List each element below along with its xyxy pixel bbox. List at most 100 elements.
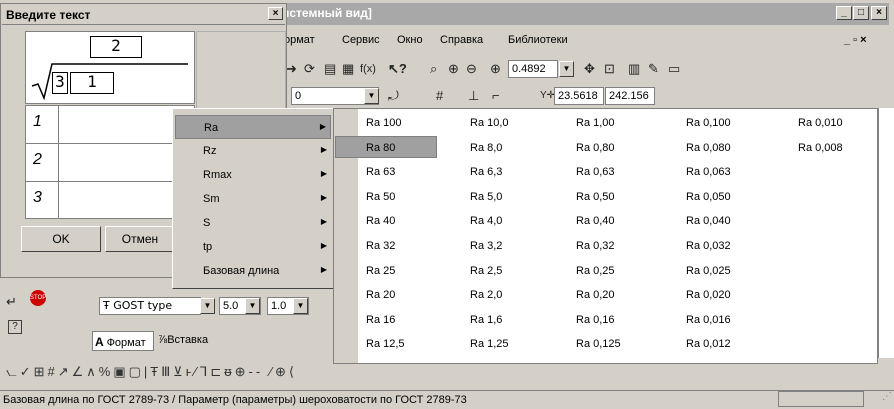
ra-value-item[interactable]: Ra 0,012 xyxy=(686,338,731,350)
fraction-top-cell[interactable]: 2 xyxy=(90,36,142,58)
maximize-button[interactable]: □ xyxy=(853,6,869,20)
ra-value-item[interactable]: Ra 16 xyxy=(366,314,395,326)
ra-value-item[interactable]: Ra 0,025 xyxy=(686,265,731,277)
copy-icon[interactable]: ▦ xyxy=(342,61,354,77)
ok-button[interactable]: OK xyxy=(21,226,101,252)
grid-icon[interactable]: # xyxy=(436,88,443,104)
ra-value-item[interactable]: Ra 0,050 xyxy=(686,191,731,203)
ra-value-item[interactable]: Ra 0,008 xyxy=(798,142,843,154)
help-pointer-icon[interactable]: ↖? xyxy=(388,61,407,77)
ra-value-item[interactable]: Ra 1,6 xyxy=(470,314,502,326)
size-dropdown[interactable]: ▼ xyxy=(245,298,260,314)
menu-item-s[interactable]: S ▶ xyxy=(175,211,331,235)
ra-value-item[interactable]: Ra 40 xyxy=(366,215,395,227)
layer-dropdown[interactable]: ▼ xyxy=(364,88,379,104)
panel-icon[interactable]: ▭ xyxy=(668,61,680,77)
ra-value-item[interactable]: Ra 0,016 xyxy=(686,314,731,326)
ra-value-item[interactable]: Ra 4,0 xyxy=(470,215,502,227)
ra-value-item[interactable]: Ra 0,125 xyxy=(576,338,621,350)
ra-value-item[interactable]: Ra 0,16 xyxy=(576,314,615,326)
ra-value-item[interactable]: Ra 5,0 xyxy=(470,191,502,203)
table-row[interactable]: 1 xyxy=(26,106,194,144)
zoom-out-icon[interactable]: ⊖ xyxy=(466,61,477,77)
fraction-index-cell[interactable]: 3 xyxy=(52,72,68,94)
ra-value-item[interactable]: Ra 2,0 xyxy=(470,289,502,301)
ra-value-item[interactable]: Ra 0,20 xyxy=(576,289,615,301)
table-row[interactable]: 3 xyxy=(26,182,194,220)
ra-value-item[interactable]: Ra 0,063 xyxy=(686,166,731,178)
ra-value-item[interactable]: Ra 0,040 xyxy=(686,215,731,227)
ra-value-item[interactable]: Ra 32 xyxy=(366,240,395,252)
zoom-dropdown[interactable]: ▼ xyxy=(559,61,574,77)
ra-value-item[interactable]: Ra 0,40 xyxy=(576,215,615,227)
menu-item-rz[interactable]: Rz ▶ xyxy=(175,139,331,163)
minimize-button[interactable]: _ xyxy=(836,6,852,20)
ra-value-item[interactable]: Ra 6,3 xyxy=(470,166,502,178)
ra-value-item[interactable]: Ra 1,00 xyxy=(576,117,615,129)
ra-value-item[interactable]: Ra 0,080 xyxy=(686,142,731,154)
ra-value-item[interactable]: Ra 0,80 xyxy=(576,142,615,154)
function-icon[interactable]: f(x) xyxy=(360,61,376,77)
coord-y-input[interactable]: 23.5618 xyxy=(554,87,604,105)
font-input[interactable]: Ŧ GOST type xyxy=(99,297,201,315)
ra-value-item[interactable]: Ra 63 xyxy=(366,166,395,178)
menu-service[interactable]: Сервис xyxy=(342,34,380,46)
save-icon[interactable]: ▤ xyxy=(324,61,336,77)
tool-icons[interactable]: ⦦✓⊞#↗∠∧%▣▢|ŦⅢ⊻ⱶ∕ᒣ⊏ᵿ⊕-- ⁄⊕⟨ xyxy=(6,364,297,379)
resize-grip[interactable]: ⋰ xyxy=(868,391,892,407)
tab-insert[interactable]: ⅞Вставка xyxy=(156,331,228,351)
menu-item-sm[interactable]: Sm ▶ xyxy=(175,187,331,211)
help-icon[interactable]: ? xyxy=(8,320,22,334)
tab-format[interactable]: A Формат xyxy=(92,331,154,351)
pan-icon[interactable]: ✥ xyxy=(584,61,595,77)
cancel-button[interactable]: Отмен xyxy=(105,226,175,252)
fraction-editor[interactable]: 2 3 1 xyxy=(25,31,195,104)
arrow-icon[interactable]: ➜ xyxy=(286,61,297,77)
ra-value-item[interactable]: Ra 2,5 xyxy=(470,265,502,277)
menu-window[interactable]: Окно xyxy=(397,34,423,46)
ra-value-item[interactable]: Ra 25 xyxy=(366,265,395,277)
ra-value-item[interactable]: Ra 0,032 xyxy=(686,240,731,252)
ra-value-item[interactable]: Ra 0,020 xyxy=(686,289,731,301)
menu-help[interactable]: Справка xyxy=(440,34,483,46)
menu-item-ra[interactable]: Ra ▶ xyxy=(175,115,331,139)
enter-icon[interactable]: ↵ xyxy=(6,294,17,310)
close-button[interactable]: × xyxy=(871,6,887,20)
zoom-in-icon[interactable]: ⊕ xyxy=(448,61,459,77)
ra-value-item[interactable]: Ra 0,63 xyxy=(576,166,615,178)
local-cs-icon[interactable]: ⌐ xyxy=(492,88,500,104)
menu-libraries[interactable]: Библиотеки xyxy=(508,34,568,46)
fit-icon[interactable]: ⊡ xyxy=(604,61,615,77)
ra-value-item[interactable]: Ra 12,5 xyxy=(366,338,405,350)
dialog-close-button[interactable]: × xyxy=(268,7,283,20)
ra-value-item[interactable]: Ra 80 xyxy=(366,142,395,154)
ra-value-item[interactable]: Ra 50 xyxy=(366,191,395,203)
font-dropdown[interactable]: ▼ xyxy=(200,298,215,314)
menu-format[interactable]: ормат xyxy=(284,34,315,46)
menu-item-rmax[interactable]: Rmax ▶ xyxy=(175,163,331,187)
ortho-icon[interactable]: ⊥ xyxy=(468,88,479,104)
ra-value-item[interactable]: Ra 0,100 xyxy=(686,117,731,129)
menu-item-base-length[interactable]: Базовая длина ▶ xyxy=(175,259,331,283)
table-row[interactable]: 2 xyxy=(26,144,194,182)
ra-value-item[interactable]: Ra 10,0 xyxy=(470,117,509,129)
zoom-input[interactable]: 0.4892 xyxy=(508,60,558,78)
zoom-window-icon[interactable]: ⌕ xyxy=(430,61,437,77)
ra-value-item[interactable]: Ra 100 xyxy=(366,117,401,129)
mdi-controls[interactable]: _ ▫ × xyxy=(844,34,867,46)
properties-icon[interactable]: ▥ xyxy=(628,61,640,77)
drawing-area[interactable] xyxy=(878,108,894,358)
coord-x-input[interactable]: 242.156 xyxy=(605,87,655,105)
ra-value-item[interactable]: Ra 0,010 xyxy=(798,117,843,129)
zoom-scale-icon[interactable]: ⊕ xyxy=(490,61,501,77)
menu-item-tp[interactable]: tp ▶ xyxy=(175,235,331,259)
ra-value-item[interactable]: Ra 0,25 xyxy=(576,265,615,277)
snap-icon[interactable]: ⤾ xyxy=(388,88,399,104)
ra-value-item[interactable]: Ra 3,2 xyxy=(470,240,502,252)
ra-value-item[interactable]: Ra 1,25 xyxy=(470,338,509,350)
ra-value-item[interactable]: Ra 20 xyxy=(366,289,395,301)
ra-value-item[interactable]: Ra 0,50 xyxy=(576,191,615,203)
ra-value-item[interactable]: Ra 0,32 xyxy=(576,240,615,252)
brush-icon[interactable]: ✎ xyxy=(648,61,659,77)
scale-dropdown[interactable]: ▼ xyxy=(293,298,308,314)
